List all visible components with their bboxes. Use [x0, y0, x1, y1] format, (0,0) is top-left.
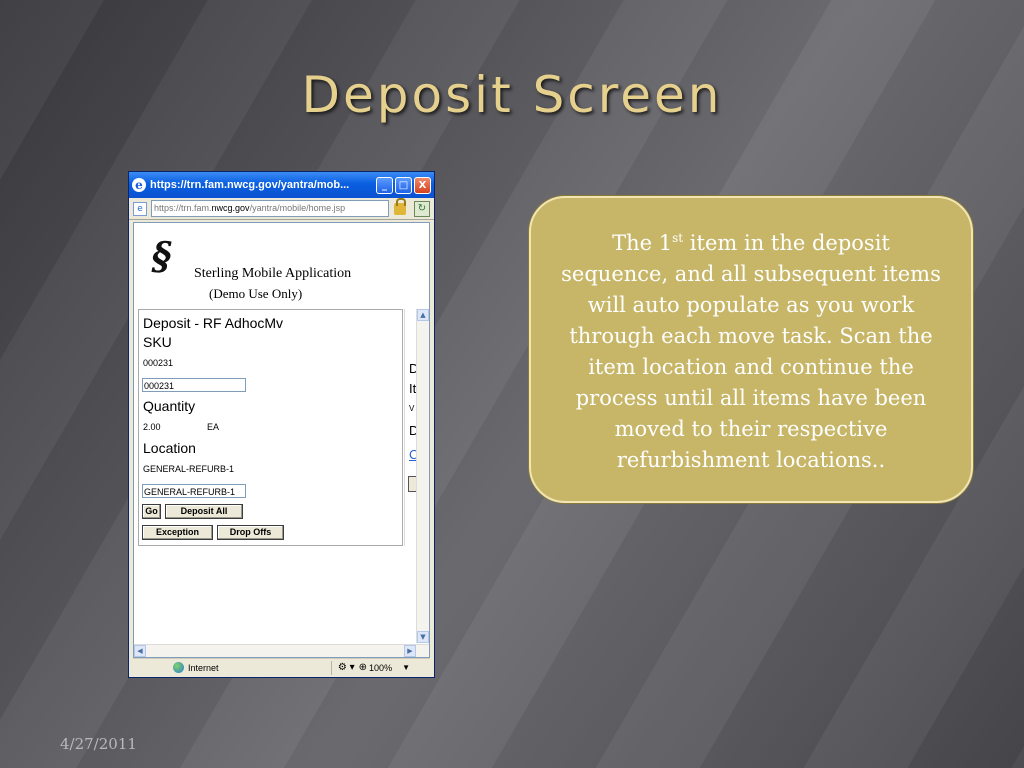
maximize-button[interactable]: □	[395, 176, 412, 194]
location-input[interactable]: GENERAL-REFURB-1	[142, 484, 246, 498]
scroll-right-icon[interactable]: ▶	[404, 645, 416, 657]
url-prefix: https://	[154, 203, 182, 213]
zoom-icon: ⊕	[358, 662, 368, 673]
sku-label: SKU	[143, 334, 172, 350]
lock-icon[interactable]	[394, 197, 406, 215]
sku-input[interactable]: 000231	[142, 378, 246, 392]
url-host: nwcg.gov	[211, 203, 250, 213]
callout-box: The 1st item in the deposit sequence, an…	[529, 196, 973, 503]
address-field[interactable]: https://trn.fam.nwcg.gov/yantra/mobile/h…	[151, 200, 389, 217]
app-header: § Sterling Mobile Application (Demo Use …	[134, 223, 429, 308]
app-name: Sterling Mobile Application	[194, 266, 352, 281]
deposit-form: Deposit - RF AdhocMv SKU 000231 000231 Q…	[138, 309, 403, 546]
minimize-button[interactable]: _	[376, 176, 393, 194]
status-divider	[330, 660, 332, 675]
protected-mode-icon[interactable]: ⚙ ▾	[338, 662, 355, 673]
refresh-icon[interactable]: ↻	[414, 200, 430, 217]
url-subdomain: trn.fam.	[181, 203, 212, 213]
exception-button[interactable]: Exception	[142, 525, 213, 540]
browser-statusbar: Internet ⚙ ▾ ⊕ 100% ▼	[133, 658, 430, 676]
location-label: Location	[143, 440, 196, 456]
browser-titlebar: e https://trn.fam.nwcg.gov/yantra/mob...…	[129, 172, 434, 198]
slide-date: 4/27/2011	[60, 735, 137, 753]
zoom-dropdown-icon[interactable]: ▼	[402, 663, 410, 672]
scroll-left-icon[interactable]: ◀	[134, 645, 146, 657]
page-icon: e	[133, 201, 147, 216]
sterling-logo-icon: §	[147, 233, 177, 278]
quantity-label: Quantity	[143, 398, 196, 414]
location-value: GENERAL-REFURB-1	[143, 464, 235, 474]
browser-title: https://trn.fam.nwcg.gov/yantra/mob...	[150, 179, 350, 191]
quantity-uom: EA	[207, 422, 220, 432]
close-button[interactable]: X	[414, 176, 431, 194]
browser-window: e https://trn.fam.nwcg.gov/yantra/mob...…	[128, 171, 435, 678]
horizontal-scrollbar[interactable]: ◀ ▶	[134, 644, 429, 657]
ie-logo-icon: e	[132, 178, 146, 192]
callout-text-rest: item in the deposit sequence, and all su…	[561, 231, 941, 472]
vertical-scrollbar[interactable]: ▲ ▼	[416, 309, 429, 643]
callout-text: The 1st item in the deposit sequence, an…	[561, 223, 941, 476]
slide-title: Deposit Screen	[301, 66, 723, 124]
scroll-up-icon[interactable]: ▲	[417, 309, 429, 321]
deposit-all-button[interactable]: Deposit All	[165, 504, 243, 519]
drop-offs-button[interactable]: Drop Offs	[217, 525, 284, 540]
globe-icon	[173, 662, 184, 673]
quantity-value: 2.00	[143, 422, 161, 432]
address-bar: e https://trn.fam.nwcg.gov/yantra/mobile…	[129, 197, 434, 220]
status-zone: Internet	[188, 662, 219, 673]
url-path: /yantra/mobile/home.jsp	[249, 203, 346, 213]
app-demo-note: (Demo Use Only)	[209, 286, 303, 301]
callout-superscript: st	[672, 231, 684, 245]
sku-value: 000231	[143, 358, 174, 368]
scroll-down-icon[interactable]: ▼	[417, 631, 429, 643]
zoom-level[interactable]: 100%	[369, 663, 392, 673]
go-button[interactable]: Go	[142, 504, 161, 519]
form-header: Deposit - RF AdhocMv	[143, 315, 284, 331]
callout-text-start: The 1	[612, 231, 673, 255]
browser-content: § Sterling Mobile Application (Demo Use …	[133, 222, 430, 658]
side-frame-text: V	[409, 404, 415, 413]
